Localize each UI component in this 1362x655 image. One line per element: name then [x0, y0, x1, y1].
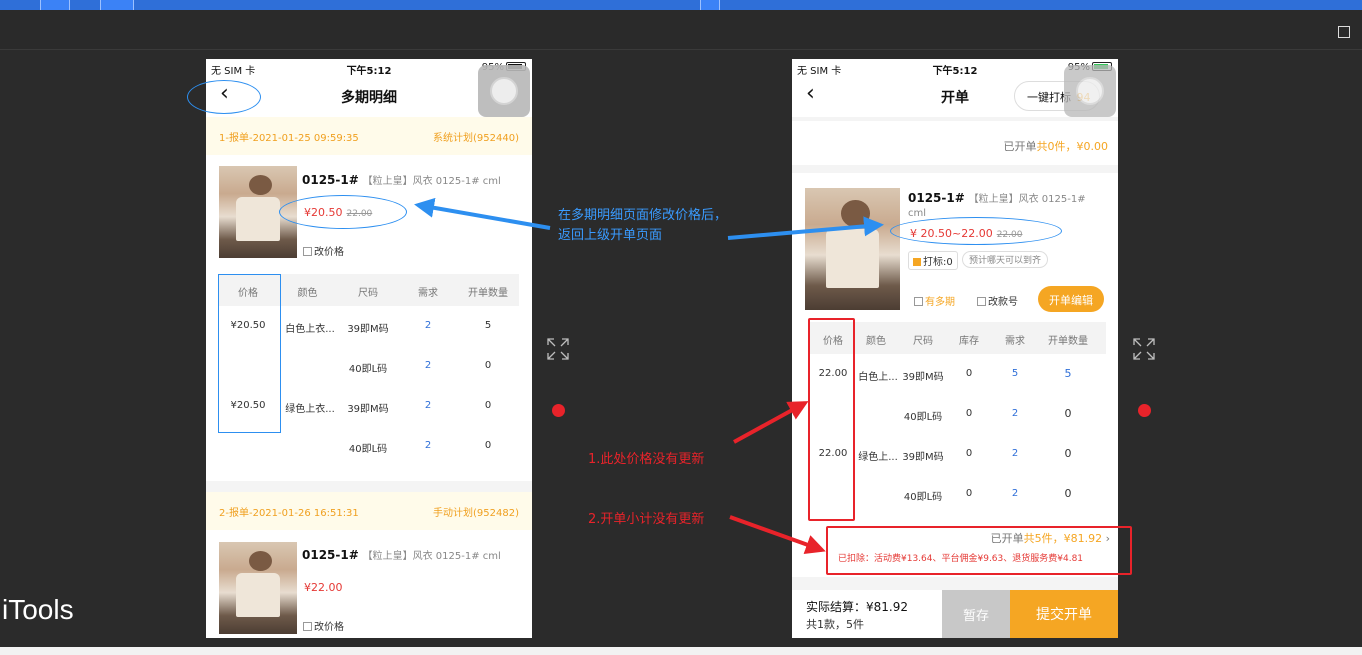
arrow-to-subtotal: [729, 515, 826, 555]
brand-logo: iTools: [2, 594, 74, 625]
arrow-to-price-column: [733, 401, 809, 444]
fullscreen-icon[interactable]: [1133, 338, 1155, 360]
record-dot[interactable]: [552, 404, 565, 417]
arrow-to-right-price: [727, 216, 884, 240]
annotation-arrows: [414, 197, 884, 555]
host-window-statusbar: [0, 647, 1362, 655]
fullscreen-icon[interactable]: [547, 338, 569, 360]
record-dot[interactable]: [1138, 404, 1151, 417]
arrow-to-left-price: [414, 197, 551, 230]
